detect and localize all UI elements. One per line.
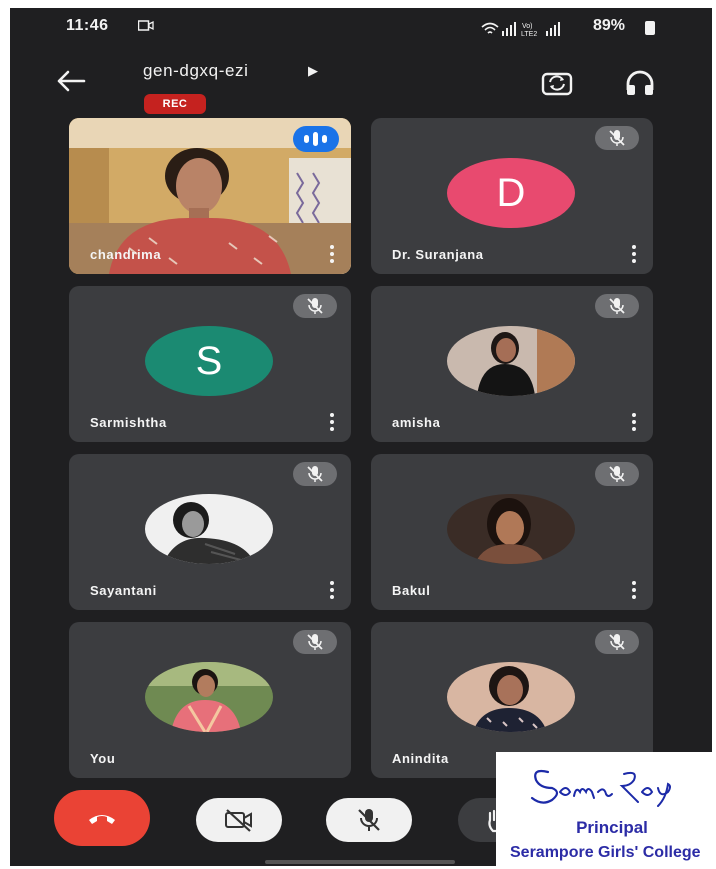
screen-record-icon	[138, 20, 154, 31]
camera-off-icon	[225, 809, 252, 832]
seal-organization: Serampore Girls' College	[510, 844, 701, 861]
mic-off-icon	[293, 294, 337, 318]
participant-name: Dr. Suranjana	[392, 247, 484, 262]
more-options-icon[interactable]	[631, 581, 637, 599]
status-bar: 11:46 Vo) LTE2 89%	[10, 8, 712, 48]
mic-toggle-button[interactable]	[326, 798, 412, 842]
participant-name: amisha	[392, 415, 441, 430]
participant-name: chandrima	[90, 247, 162, 262]
back-arrow-icon[interactable]	[54, 68, 88, 94]
avatar	[447, 494, 575, 564]
more-options-icon[interactable]	[631, 413, 637, 431]
mic-off-icon	[595, 294, 639, 318]
more-options-icon[interactable]	[631, 245, 637, 263]
speaking-indicator-icon	[293, 126, 339, 152]
participant-tile-chandrima[interactable]: chandrima	[69, 118, 351, 274]
call-header: gen-dgxq-ezi ▶ REC	[10, 48, 712, 118]
participant-name: Bakul	[392, 583, 431, 598]
mic-off-icon	[595, 462, 639, 486]
more-options-icon[interactable]	[329, 413, 335, 431]
participant-tile-you[interactable]: You	[69, 622, 351, 778]
participant-name: Anindita	[392, 751, 449, 766]
battery-percent: 89%	[593, 17, 626, 34]
participant-tile-amisha[interactable]: amisha	[371, 286, 653, 442]
avatar	[145, 494, 273, 564]
more-options-icon[interactable]	[329, 245, 335, 263]
camera-toggle-button[interactable]	[196, 798, 282, 842]
participant-tile-bakul[interactable]: Bakul	[371, 454, 653, 610]
avatar	[447, 326, 575, 396]
home-indicator	[265, 860, 455, 864]
switch-camera-icon[interactable]	[540, 68, 574, 98]
participant-name: Sarmishtha	[90, 415, 167, 430]
status-time: 11:46	[66, 17, 109, 34]
participant-tile-dr-suranjana[interactable]: D Dr. Suranjana	[371, 118, 653, 274]
caret-right-icon[interactable]: ▶	[308, 63, 318, 79]
participant-name: Sayantani	[90, 583, 157, 598]
end-call-button[interactable]	[54, 790, 150, 846]
seal-title: Principal	[576, 818, 648, 837]
mic-off-icon	[358, 809, 380, 831]
handwritten-signature	[530, 769, 671, 807]
avatar	[447, 662, 575, 732]
participant-name: You	[90, 751, 116, 766]
signal-icons: Vo) LTE2	[481, 22, 560, 37]
more-options-icon[interactable]	[329, 581, 335, 599]
participant-tile-sarmishtha[interactable]: S Sarmishtha	[69, 286, 351, 442]
svg-text:LTE2: LTE2	[521, 31, 537, 37]
meeting-code[interactable]: gen-dgxq-ezi	[143, 61, 248, 81]
meet-call-screen: 11:46 Vo) LTE2 89% gen-dgxq-ezi ▶ REC ch…	[10, 8, 712, 866]
svg-text:Vo): Vo)	[522, 23, 533, 30]
avatar: D	[447, 158, 575, 228]
mic-off-icon	[595, 630, 639, 654]
battery-icon	[645, 21, 655, 35]
recording-badge: REC	[144, 94, 206, 114]
avatar	[145, 662, 273, 732]
principal-seal: Principal Serampore Girls' College	[496, 752, 716, 869]
avatar: S	[145, 326, 273, 396]
headphones-icon[interactable]	[624, 68, 656, 98]
end-call-icon	[89, 815, 115, 824]
mic-off-icon	[293, 462, 337, 486]
mic-off-icon	[293, 630, 337, 654]
mic-off-icon	[595, 126, 639, 150]
participant-tile-sayantani[interactable]: Sayantani	[69, 454, 351, 610]
